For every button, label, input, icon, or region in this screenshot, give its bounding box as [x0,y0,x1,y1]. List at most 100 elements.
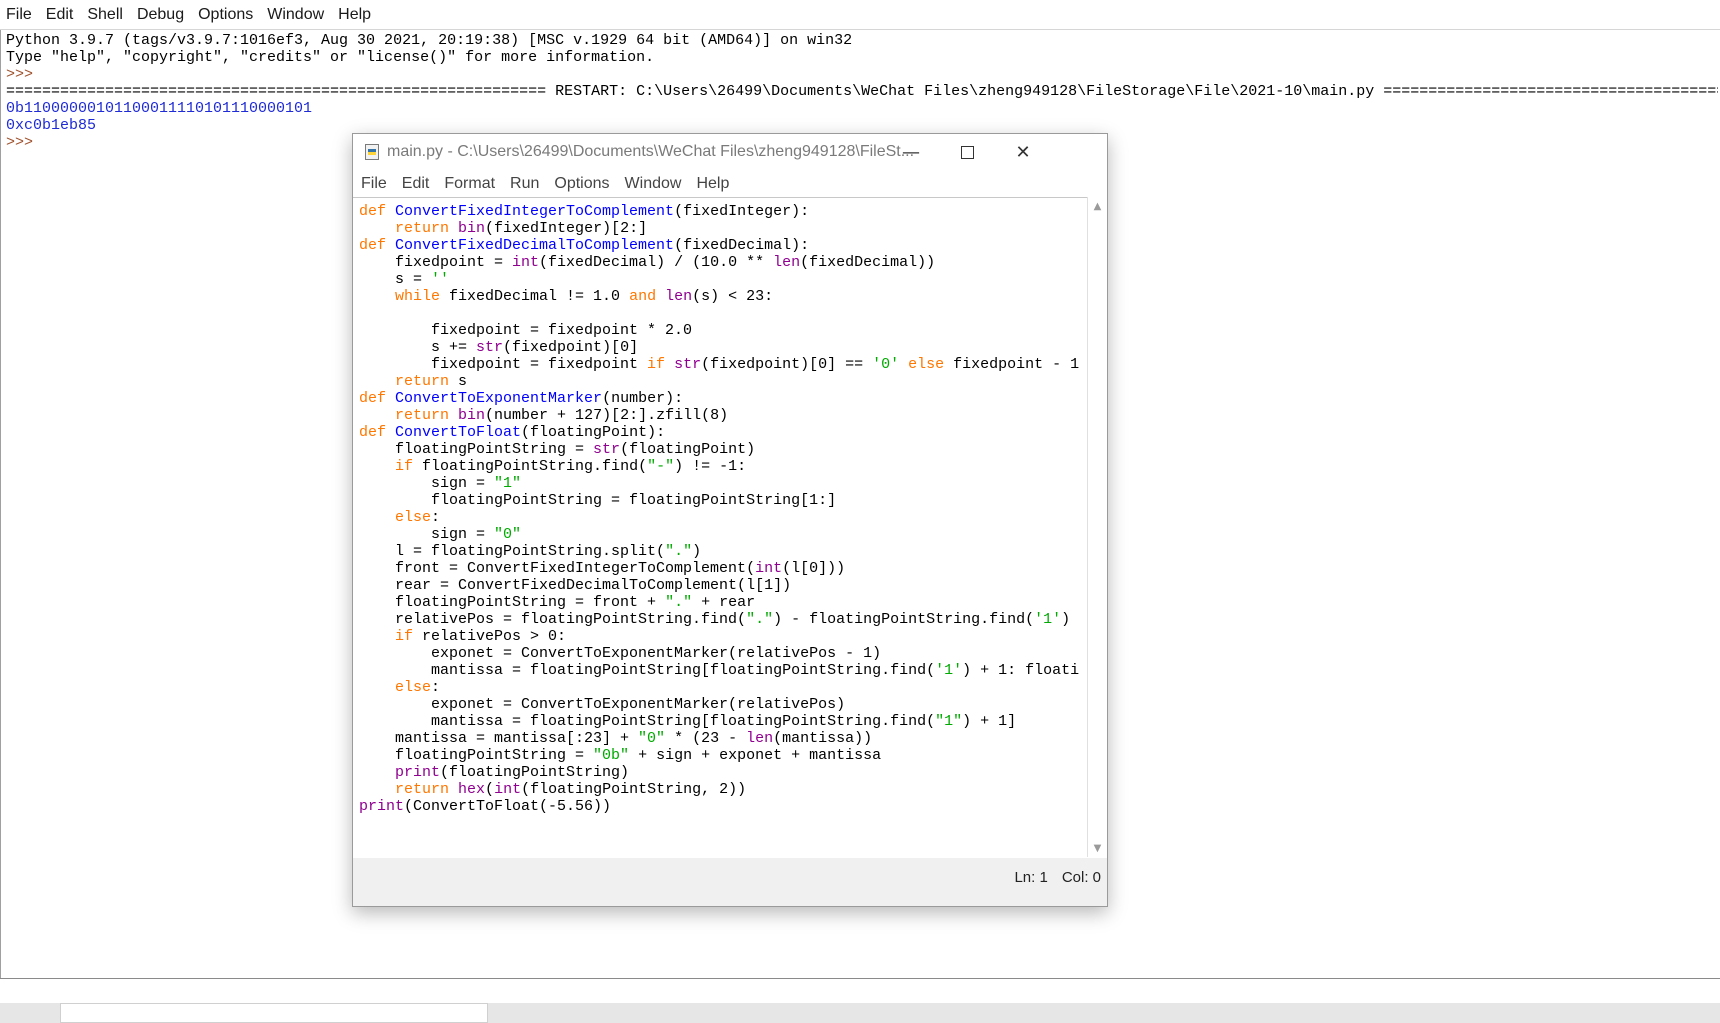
code-token: "." [746,611,774,628]
code-token: l = floatingPointString.split( [359,543,666,560]
editor-menu-edit[interactable]: Edit [402,175,430,193]
code-line: else: [359,509,1079,526]
code-token: (number): [602,390,684,407]
shell-menu-shell[interactable]: Shell [87,6,123,24]
code-line: else: [359,679,1079,696]
code-token: front = ConvertFixedIntegerToComplement( [359,560,756,577]
code-token: exponet = ConvertToExponentMarker(relati… [359,645,882,662]
code-token: sign = [359,475,495,492]
code-token: exponet = ConvertToExponentMarker(relati… [359,696,846,713]
code-token: '0' [872,356,900,373]
shell-prompt: >>> [6,66,43,83]
code-line: l = floatingPointString.split(".") [359,543,1079,560]
code-line: fixedpoint = fixedpoint * 2.0 [359,322,1079,339]
code-token: floatingPointString = [359,441,594,458]
code-token: + rear [692,594,756,611]
code-token: len [773,254,801,271]
code-token: mantissa = floatingPointString[floatingP… [359,662,936,679]
code-token: floatingPointString.find( [422,458,648,475]
maximize-button[interactable] [939,134,995,170]
code-token: (floatingPoint) [620,441,756,458]
code-token: "0" [638,730,666,747]
code-token: int [755,560,783,577]
chevron-up-icon[interactable]: ▲ [1088,197,1107,215]
editor-menu-options[interactable]: Options [554,175,609,193]
code-token: return [395,373,459,390]
code-token: bin [458,220,486,237]
code-token: while [395,288,450,305]
code-token: bin [458,407,486,424]
code-token: else [395,509,432,526]
code-token: "1" [494,475,522,492]
code-token: (floatingPointString) [440,764,630,781]
code-token: if [395,628,423,645]
code-token: s += [359,339,477,356]
code-token: floatingPointString = [359,747,594,764]
editor-menu-file[interactable]: File [361,175,387,193]
line-number: Ln: 1 [1014,869,1048,886]
close-button[interactable]: ✕ [995,134,1051,170]
code-token: return [395,407,459,424]
code-line: exponet = ConvertToExponentMarker(relati… [359,645,1079,662]
code-token: ) [692,543,702,560]
shell-menu-options[interactable]: Options [198,6,253,24]
shell-menu-file[interactable]: File [6,6,32,24]
code-line: mantissa = floatingPointString[floatingP… [359,662,1079,679]
code-text[interactable]: def ConvertFixedIntegerToComplement(fixe… [359,203,1079,815]
editor-menu-run[interactable]: Run [510,175,539,193]
code-token: '1' [935,662,963,679]
code-token: fixedDecimal != 1.0 [449,288,630,305]
code-token: (fixedDecimal)) [800,254,936,271]
code-token: ConvertFixedDecimalToComplement [395,237,675,254]
code-line: s += str(fixedpoint)[0] [359,339,1079,356]
minimize-button[interactable]: — [883,134,939,170]
code-line: print(ConvertToFloat(-5.56)) [359,798,1079,815]
editor-titlebar[interactable]: main.py - C:\Users\26499\Documents\WeCha… [353,134,1107,170]
code-line: rear = ConvertFixedDecimalToComplement(l… [359,577,1079,594]
code-line: return bin(fixedInteger)[2:] [359,220,1079,237]
code-token: ) - floatingPointString.find( [773,611,1035,628]
code-token: if [647,356,675,373]
code-token: ) + 1: floati [962,662,1080,679]
code-token: relativePos > 0: [422,628,567,645]
shell-menu-edit[interactable]: Edit [46,6,74,24]
editor-menu-window[interactable]: Window [625,175,682,193]
maximize-icon [960,145,974,159]
code-editor[interactable]: def ConvertFixedIntegerToComplement(fixe… [353,197,1087,859]
code-token: (fixedDecimal): [674,237,810,254]
code-token: return [395,220,459,237]
code-line: relativePos = floatingPointString.find("… [359,611,1079,628]
editor-menu-format[interactable]: Format [444,175,495,193]
code-token: relativePos = floatingPointString.find( [359,611,747,628]
editor-menu-help[interactable]: Help [696,175,729,193]
code-token: mantissa = mantissa[:23] + [359,730,639,747]
code-line: return bin(number + 127)[2:].zfill(8) [359,407,1079,424]
editor-title: main.py - C:\Users\26499\Documents\WeCha… [387,143,915,160]
code-token: str [593,441,621,458]
cursor-position: Ln: 1 Col: 0 [1000,869,1101,886]
close-icon: ✕ [1015,141,1031,163]
shell-menu-window[interactable]: Window [267,6,324,24]
shell-menu-help[interactable]: Help [338,6,371,24]
code-token: "1" [935,713,963,730]
code-line: floatingPointString = floatingPointStrin… [359,492,1079,509]
chevron-down-icon[interactable]: ▼ [1088,839,1107,857]
shell-menu-debug[interactable]: Debug [137,6,184,24]
taskbar-search-box[interactable] [60,1003,488,1023]
code-line: sign = "0" [359,526,1079,543]
code-token: def [359,237,396,254]
code-token: "-" [647,458,675,475]
code-token: sign = [359,526,495,543]
code-token: + sign + exponet + mantissa [629,747,882,764]
code-token: def [359,424,396,441]
code-token: floatingPointString = front + [359,594,666,611]
code-token: fixedpoint = fixedpoint [359,356,648,373]
vertical-scrollbar[interactable]: ▲ ▼ [1087,197,1107,857]
